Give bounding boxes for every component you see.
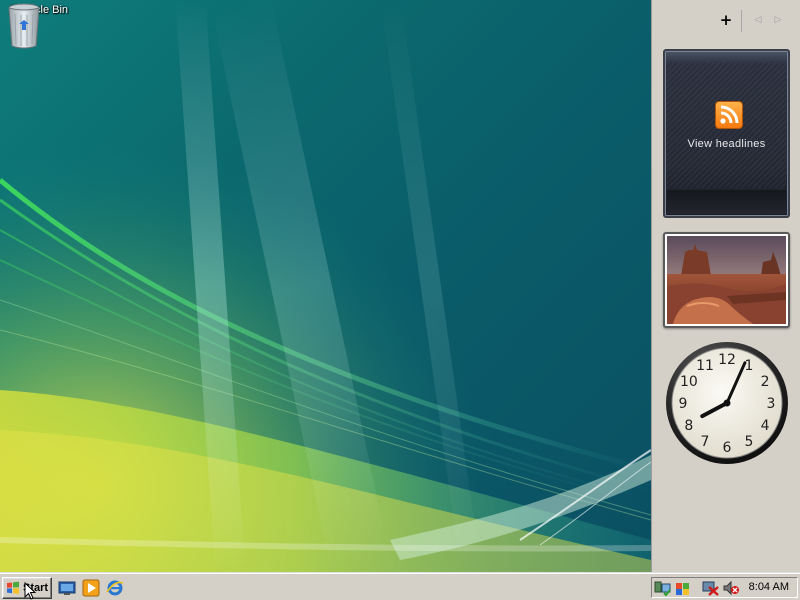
feed-gadget-footer — [667, 190, 786, 214]
toolbar-divider — [741, 10, 742, 32]
clock-numeral: 10 — [680, 374, 698, 390]
previous-page-button[interactable]: ◁ — [750, 12, 766, 28]
clock-numeral: 4 — [761, 418, 770, 434]
next-page-button[interactable]: ▷ — [770, 12, 786, 28]
sidebar-toolbar: + ◁ ▷ — [652, 10, 800, 32]
analog-clock-gadget[interactable]: 1 2 3 4 5 6 7 8 9 10 11 12 — [662, 340, 792, 466]
network-icon[interactable] — [654, 580, 672, 596]
rss-icon — [715, 101, 743, 129]
clock-face: 1234567891011 12 — [666, 342, 788, 464]
start-label: Start — [23, 582, 49, 594]
desert-landscape-photo — [667, 236, 786, 324]
clock-numeral: 9 — [679, 396, 688, 412]
clock-numeral: 2 — [761, 374, 770, 390]
clock-numeral: 5 — [745, 434, 754, 450]
show-desktop-icon[interactable] — [58, 579, 76, 597]
add-gadget-button[interactable]: + — [718, 11, 734, 29]
start-button[interactable]: Start — [2, 577, 52, 599]
clock-numeral: 6 — [723, 440, 732, 456]
clock-numeral: 1 — [745, 358, 754, 374]
desktop-wallpaper: Recycle Bin — [0, 0, 651, 573]
recycle-bin-icon — [8, 3, 40, 49]
network-disconnected-icon[interactable] — [702, 580, 720, 596]
feed-headlines-gadget[interactable]: View headlines — [663, 49, 790, 218]
clock-numeral: 8 — [684, 418, 693, 434]
clock-numeral: 3 — [767, 396, 776, 412]
wallpaper-art — [0, 0, 651, 573]
quick-launch-bar — [58, 579, 124, 597]
system-tray: 8:04 AM — [651, 577, 798, 598]
media-player-icon[interactable] — [82, 579, 100, 597]
recycle-bin-desktop-icon[interactable]: Recycle Bin — [6, 2, 72, 49]
windows-flag-icon — [7, 581, 19, 594]
windows-sidebar: + ◁ ▷ View headlines 1 2 3 4 5 6 7 8 9 1… — [651, 0, 800, 573]
taskbar-clock[interactable]: 8:04 AM — [749, 581, 789, 593]
volume-muted-icon[interactable] — [722, 580, 740, 596]
internet-explorer-icon[interactable] — [106, 579, 124, 597]
taskbar: Start 8:04 AM — [0, 573, 800, 600]
slideshow-gadget[interactable] — [663, 232, 790, 328]
view-headlines-label: View headlines — [687, 138, 766, 150]
clock-numeral: 12 — [718, 352, 736, 368]
clock-numeral: 11 — [696, 358, 714, 374]
security-shield-icon[interactable] — [674, 580, 692, 596]
clock-numeral: 7 — [701, 434, 710, 450]
